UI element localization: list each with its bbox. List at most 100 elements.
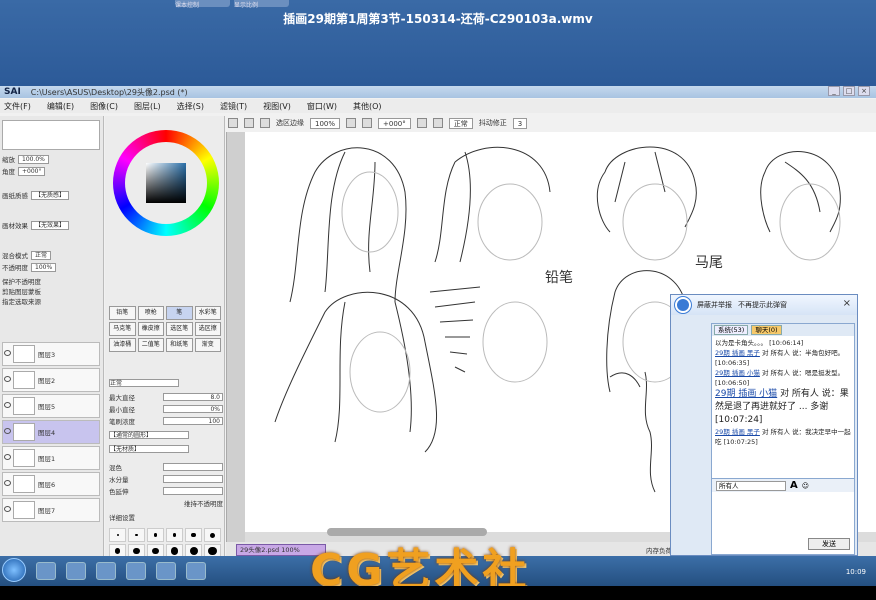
max-size-slider[interactable]: 8.0	[163, 393, 223, 401]
effect-select[interactable]: 【无效果】	[31, 220, 70, 230]
zoom-out-icon[interactable]	[346, 118, 357, 128]
tool-select-eraser[interactable]: 选区擦	[194, 322, 221, 336]
blend-slider[interactable]	[163, 463, 223, 471]
eye-icon[interactable]	[4, 376, 11, 382]
layer-item[interactable]: 图层6	[2, 472, 100, 496]
layer-item[interactable]: 图层1	[2, 446, 100, 470]
menu-view[interactable]: 视图(V)	[263, 101, 291, 112]
maximize-icon[interactable]: □	[843, 86, 855, 96]
message-sender[interactable]: 29期 插画 黑子	[715, 428, 760, 436]
tool-brush[interactable]: 笔	[166, 306, 193, 320]
zoom-in-icon[interactable]	[362, 118, 373, 128]
persistence-slider[interactable]	[163, 487, 223, 495]
protect-opacity-checkbox[interactable]: 保护不透明度	[2, 276, 41, 286]
tool-washi[interactable]: 和纸笔	[166, 338, 193, 352]
angle-value[interactable]: +000°	[18, 166, 46, 176]
stabilizer-box[interactable]: 3	[512, 117, 528, 129]
message-sender[interactable]: 29期 插画 黑子	[715, 349, 760, 357]
brush-shape-select[interactable]: 【通常的圆形】	[109, 431, 189, 439]
antialias-checkbox[interactable]	[260, 118, 270, 128]
eye-icon[interactable]	[4, 402, 11, 408]
close-icon[interactable]: ×	[843, 298, 851, 309]
tab-system[interactable]: 系统(53)	[714, 325, 749, 335]
start-icon[interactable]	[2, 558, 26, 582]
rotate-left-icon[interactable]	[416, 118, 427, 128]
layer-item[interactable]: 图层5	[2, 394, 100, 418]
report-button[interactable]: 屏蔽并举报	[697, 300, 732, 310]
detail-settings-checkbox[interactable]: 详细设置	[109, 512, 135, 522]
chat-textarea[interactable]	[712, 492, 854, 538]
brush-size-preset[interactable]	[147, 528, 164, 542]
brush-size-preset[interactable]	[128, 528, 145, 542]
taskbar-app-icon[interactable]	[66, 562, 86, 580]
menu-file[interactable]: 文件(F)	[4, 101, 31, 112]
angle-box[interactable]: +000°	[378, 117, 411, 129]
eye-icon[interactable]	[4, 480, 11, 486]
minimize-icon[interactable]: _	[828, 86, 840, 96]
keep-opacity-checkbox[interactable]: 维持不透明度	[184, 498, 223, 508]
menu-edit[interactable]: 编辑(E)	[47, 101, 74, 112]
tool-marker[interactable]: 马克笔	[109, 322, 136, 336]
taskbar-app-icon[interactable]	[186, 562, 206, 580]
message-sender[interactable]: 29期 插画 小猫	[715, 369, 760, 377]
tool-binary[interactable]: 二值笔	[137, 338, 164, 352]
deselect-icon[interactable]	[244, 118, 254, 128]
select-icon[interactable]	[228, 118, 238, 128]
tool-bucket[interactable]: 油漆桶	[109, 338, 136, 352]
blend-select[interactable]: 正常	[31, 250, 52, 260]
eye-icon[interactable]	[4, 350, 11, 356]
clock[interactable]: 10:09	[846, 568, 866, 576]
tab-chat[interactable]: 聊天(0)	[751, 325, 782, 335]
navigator-thumbnail[interactable]	[2, 120, 100, 150]
density-slider[interactable]: 100	[163, 417, 223, 425]
tool-pencil[interactable]: 铅笔	[109, 306, 136, 320]
min-size-slider[interactable]: 0%	[163, 405, 223, 413]
tool-watercolor[interactable]: 水彩笔	[194, 306, 221, 320]
taskbar-app-icon[interactable]	[126, 562, 146, 580]
color-wheel[interactable]	[113, 130, 219, 236]
check-row[interactable]: 剪贴图层蒙板	[2, 286, 100, 296]
brush-size-preset[interactable]	[204, 528, 221, 542]
layer-item[interactable]: 图层3	[2, 342, 100, 366]
player-tab[interactable]: 显示比例	[234, 0, 289, 9]
brush-mode-select[interactable]: 正常	[109, 379, 179, 387]
zoom-box[interactable]: 100%	[310, 117, 341, 129]
texture-select[interactable]: 【无质感】	[31, 190, 70, 200]
check-row[interactable]: 保护不透明度	[2, 276, 100, 286]
close-icon[interactable]: ×	[858, 86, 870, 96]
brush-size-preset[interactable]	[109, 528, 126, 542]
menu-layer[interactable]: 图层(L)	[134, 101, 161, 112]
font-icon[interactable]: A	[790, 480, 798, 491]
layer-item-selected[interactable]: 图层4	[2, 420, 100, 444]
eye-icon[interactable]	[4, 428, 11, 434]
brush-texture-select[interactable]: 【无材质】	[109, 445, 189, 453]
recipient-select[interactable]: 所有人	[716, 480, 786, 491]
saturation-value-square[interactable]	[146, 163, 186, 203]
menu-image[interactable]: 图像(C)	[90, 101, 118, 112]
tool-eraser[interactable]: 橡皮擦	[137, 322, 164, 336]
clip-mask-checkbox[interactable]: 剪贴图层蒙板	[2, 286, 41, 296]
player-tab[interactable]: 课本控制	[175, 0, 230, 9]
keep-opacity-row[interactable]: 维持不透明度	[109, 498, 223, 508]
rotate-right-icon[interactable]	[432, 118, 443, 128]
opacity-value[interactable]: 100%	[31, 262, 57, 272]
eye-icon[interactable]	[4, 506, 11, 512]
brush-size-preset[interactable]	[166, 528, 183, 542]
no-prompt-button[interactable]: 不再提示此弹窗	[738, 300, 787, 310]
menu-window[interactable]: 窗口(W)	[307, 101, 337, 112]
water-slider[interactable]	[163, 475, 223, 483]
layer-item[interactable]: 图层7	[2, 498, 100, 522]
taskbar-app-icon[interactable]	[156, 562, 176, 580]
zoom-value[interactable]: 100.0%	[18, 154, 49, 164]
check-row[interactable]: 指定选取来源	[2, 296, 100, 306]
tool-select-pen[interactable]: 选区笔	[166, 322, 193, 336]
emoji-icon[interactable]: ☺	[802, 482, 809, 490]
layer-item[interactable]: 图层2	[2, 368, 100, 392]
detail-row[interactable]: 详细设置	[109, 512, 223, 522]
menu-filter[interactable]: 滤镜(T)	[220, 101, 247, 112]
taskbar-app-icon[interactable]	[96, 562, 116, 580]
taskbar-app-icon[interactable]	[36, 562, 56, 580]
selection-source-checkbox[interactable]: 指定选取来源	[2, 296, 41, 306]
message-sender[interactable]: 29期 插画 小猫	[715, 389, 777, 399]
mode-box[interactable]: 正常	[448, 117, 473, 129]
